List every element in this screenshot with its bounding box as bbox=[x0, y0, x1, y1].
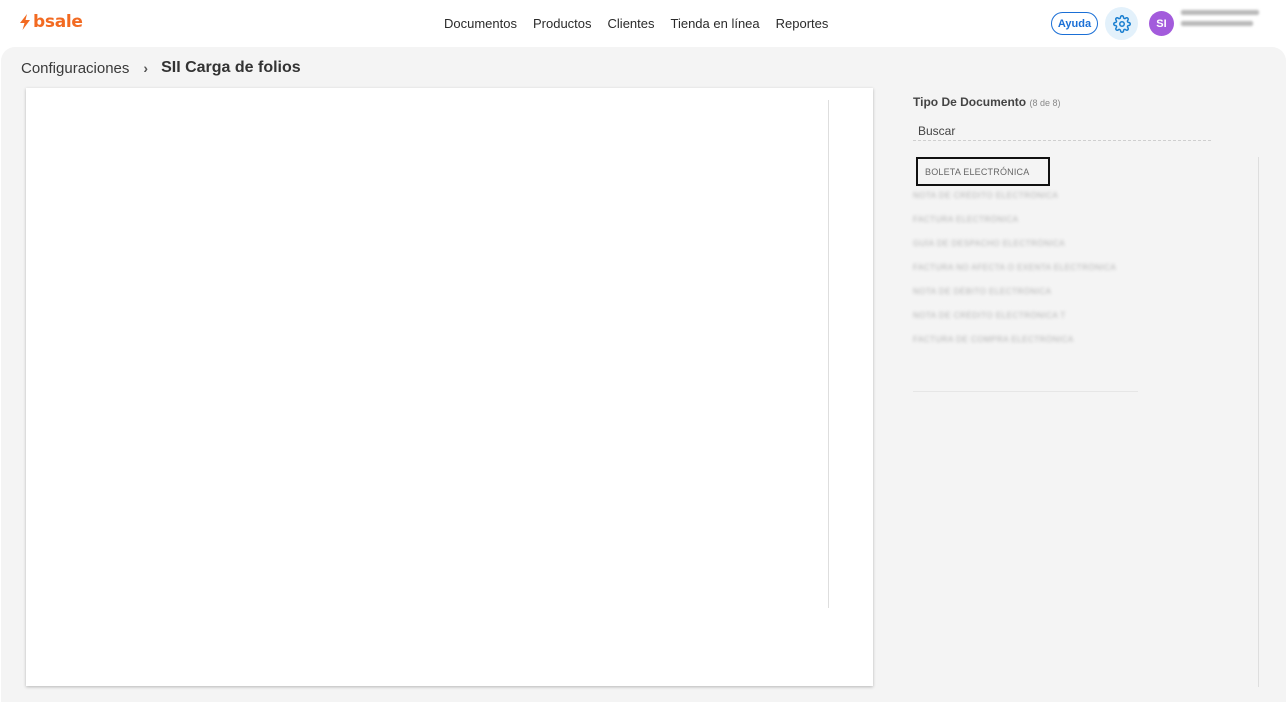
document-type-filter: Tipo De Documento (8 de 8) BOLETA ELECTR… bbox=[913, 95, 1263, 687]
list-item[interactable]: FACTURA ELECTRÓNICA bbox=[913, 215, 1019, 227]
filter-title-text: Tipo De Documento bbox=[913, 95, 1027, 109]
logo-text: bsale bbox=[33, 12, 83, 32]
settings-button[interactable] bbox=[1105, 7, 1138, 40]
list-item[interactable]: FACTURA DE COMPRA ELECTRÓNICA bbox=[913, 335, 1074, 347]
list-item[interactable]: NOTA DE CRÉDITO ELECTRÓNICA bbox=[913, 191, 1058, 203]
list-item[interactable]: NOTA DE DÉBITO ELECTRÓNICA bbox=[913, 287, 1052, 299]
panel-divider bbox=[828, 100, 829, 608]
list-divider bbox=[913, 391, 1138, 392]
main-nav: Documentos Productos Clientes Tienda en … bbox=[444, 16, 828, 31]
bsale-logo[interactable]: bsale bbox=[19, 12, 83, 32]
document-panel bbox=[26, 88, 873, 686]
list-item[interactable]: FACTURA NO AFECTA O EXENTA ELECTRÓNICA bbox=[913, 263, 1116, 275]
filter-title: Tipo De Documento (8 de 8) bbox=[913, 95, 1263, 109]
filter-search-input[interactable] bbox=[913, 122, 1211, 141]
user-avatar[interactable]: SI bbox=[1149, 11, 1174, 36]
filter-count: (8 de 8) bbox=[1029, 98, 1061, 108]
gear-icon bbox=[1112, 14, 1131, 33]
list-scroll-divider bbox=[1258, 157, 1259, 687]
list-item[interactable]: GUÍA DE DESPACHO ELECTRÓNICA bbox=[913, 239, 1065, 251]
top-navbar: bsale Documentos Productos Clientes Tien… bbox=[0, 0, 1286, 46]
nav-item-reportes[interactable]: Reportes bbox=[776, 16, 829, 31]
document-type-list: BOLETA ELECTRÓNICA NOTA DE CRÉDITO ELECT… bbox=[913, 157, 1259, 692]
help-button[interactable]: Ayuda bbox=[1051, 12, 1098, 35]
chevron-right-icon: › bbox=[143, 60, 149, 76]
user-name-blurred[interactable] bbox=[1181, 10, 1261, 26]
list-item[interactable]: NOTA DE CRÉDITO ELECTRÓNICA T bbox=[913, 311, 1066, 323]
breadcrumb-parent-link[interactable]: Configuraciones bbox=[21, 60, 129, 77]
page-title: SII Carga de folios bbox=[161, 59, 301, 76]
list-item-boleta-electronica[interactable]: BOLETA ELECTRÓNICA bbox=[916, 157, 1050, 186]
nav-item-clientes[interactable]: Clientes bbox=[608, 16, 655, 31]
bolt-icon bbox=[20, 14, 30, 30]
nav-item-documentos[interactable]: Documentos bbox=[444, 16, 517, 31]
breadcrumb: Configuraciones › SII Carga de folios bbox=[21, 59, 301, 77]
nav-item-tienda-en-linea[interactable]: Tienda en línea bbox=[671, 16, 760, 31]
nav-item-productos[interactable]: Productos bbox=[533, 16, 592, 31]
main-content: Configuraciones › SII Carga de folios Ti… bbox=[1, 47, 1286, 702]
